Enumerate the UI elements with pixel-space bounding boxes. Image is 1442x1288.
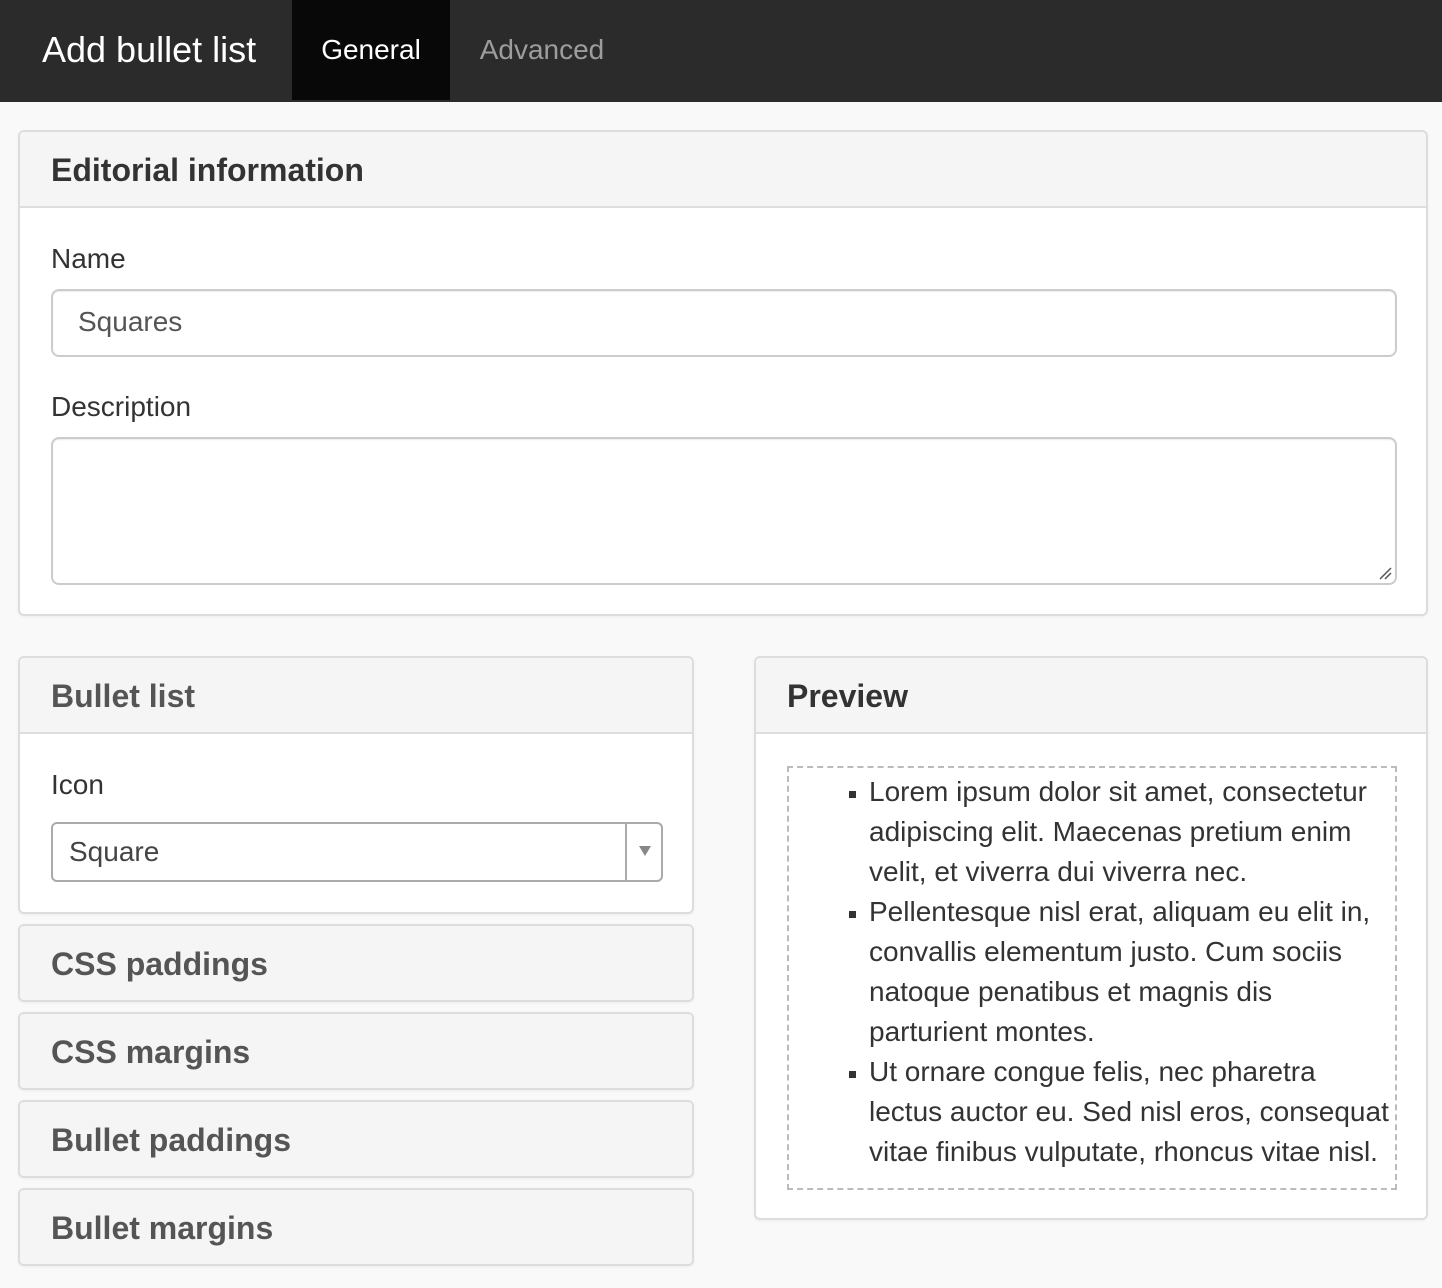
- list-item: Lorem ipsum dolor sit amet, consectetur …: [869, 772, 1395, 892]
- bullet-paddings-heading[interactable]: Bullet paddings: [20, 1102, 692, 1176]
- caret-down-icon: [639, 846, 651, 856]
- editorial-information-panel: Editorial information Name Squares Descr…: [18, 130, 1428, 616]
- icon-select-toggle[interactable]: [625, 824, 661, 880]
- bullet-list-heading[interactable]: Bullet list: [20, 658, 692, 734]
- resize-grip-icon[interactable]: [1378, 566, 1392, 580]
- list-item: Ut ornare congue felis, nec pharetra lec…: [869, 1052, 1395, 1172]
- tab-general[interactable]: General: [292, 0, 450, 100]
- css-paddings-heading[interactable]: CSS paddings: [20, 926, 692, 1000]
- name-label: Name: [51, 243, 126, 274]
- preview-heading: Preview: [756, 658, 1426, 734]
- top-navbar: Add bullet list General Advanced: [0, 0, 1442, 102]
- icon-select-value: Square: [69, 836, 160, 867]
- bullet-list-panel: Bullet list Icon Square: [18, 656, 694, 914]
- css-paddings-panel[interactable]: CSS paddings: [18, 924, 694, 1002]
- css-margins-panel[interactable]: CSS margins: [18, 1012, 694, 1090]
- bullet-margins-heading[interactable]: Bullet margins: [20, 1190, 692, 1264]
- preview-bullet-list: Lorem ipsum dolor sit amet, consectetur …: [789, 772, 1395, 1172]
- page-title: Add bullet list: [42, 29, 257, 70]
- icon-select[interactable]: Square: [51, 822, 663, 882]
- bullet-paddings-panel[interactable]: Bullet paddings: [18, 1100, 694, 1178]
- bullet-margins-panel[interactable]: Bullet margins: [18, 1188, 694, 1266]
- editorial-information-heading: Editorial information: [20, 132, 1426, 208]
- icon-label: Icon: [51, 769, 104, 800]
- css-margins-heading[interactable]: CSS margins: [20, 1014, 692, 1088]
- list-item: Pellentesque nisl erat, aliquam eu elit …: [869, 892, 1395, 1052]
- tab-advanced[interactable]: Advanced: [450, 0, 634, 100]
- name-input-value: Squares: [78, 306, 183, 337]
- preview-panel: Preview Lorem ipsum dolor sit amet, cons…: [754, 656, 1428, 1220]
- description-label: Description: [51, 391, 192, 422]
- description-textarea[interactable]: [51, 437, 1397, 585]
- name-input[interactable]: Squares: [51, 289, 1397, 357]
- preview-area: Lorem ipsum dolor sit amet, consectetur …: [787, 766, 1397, 1190]
